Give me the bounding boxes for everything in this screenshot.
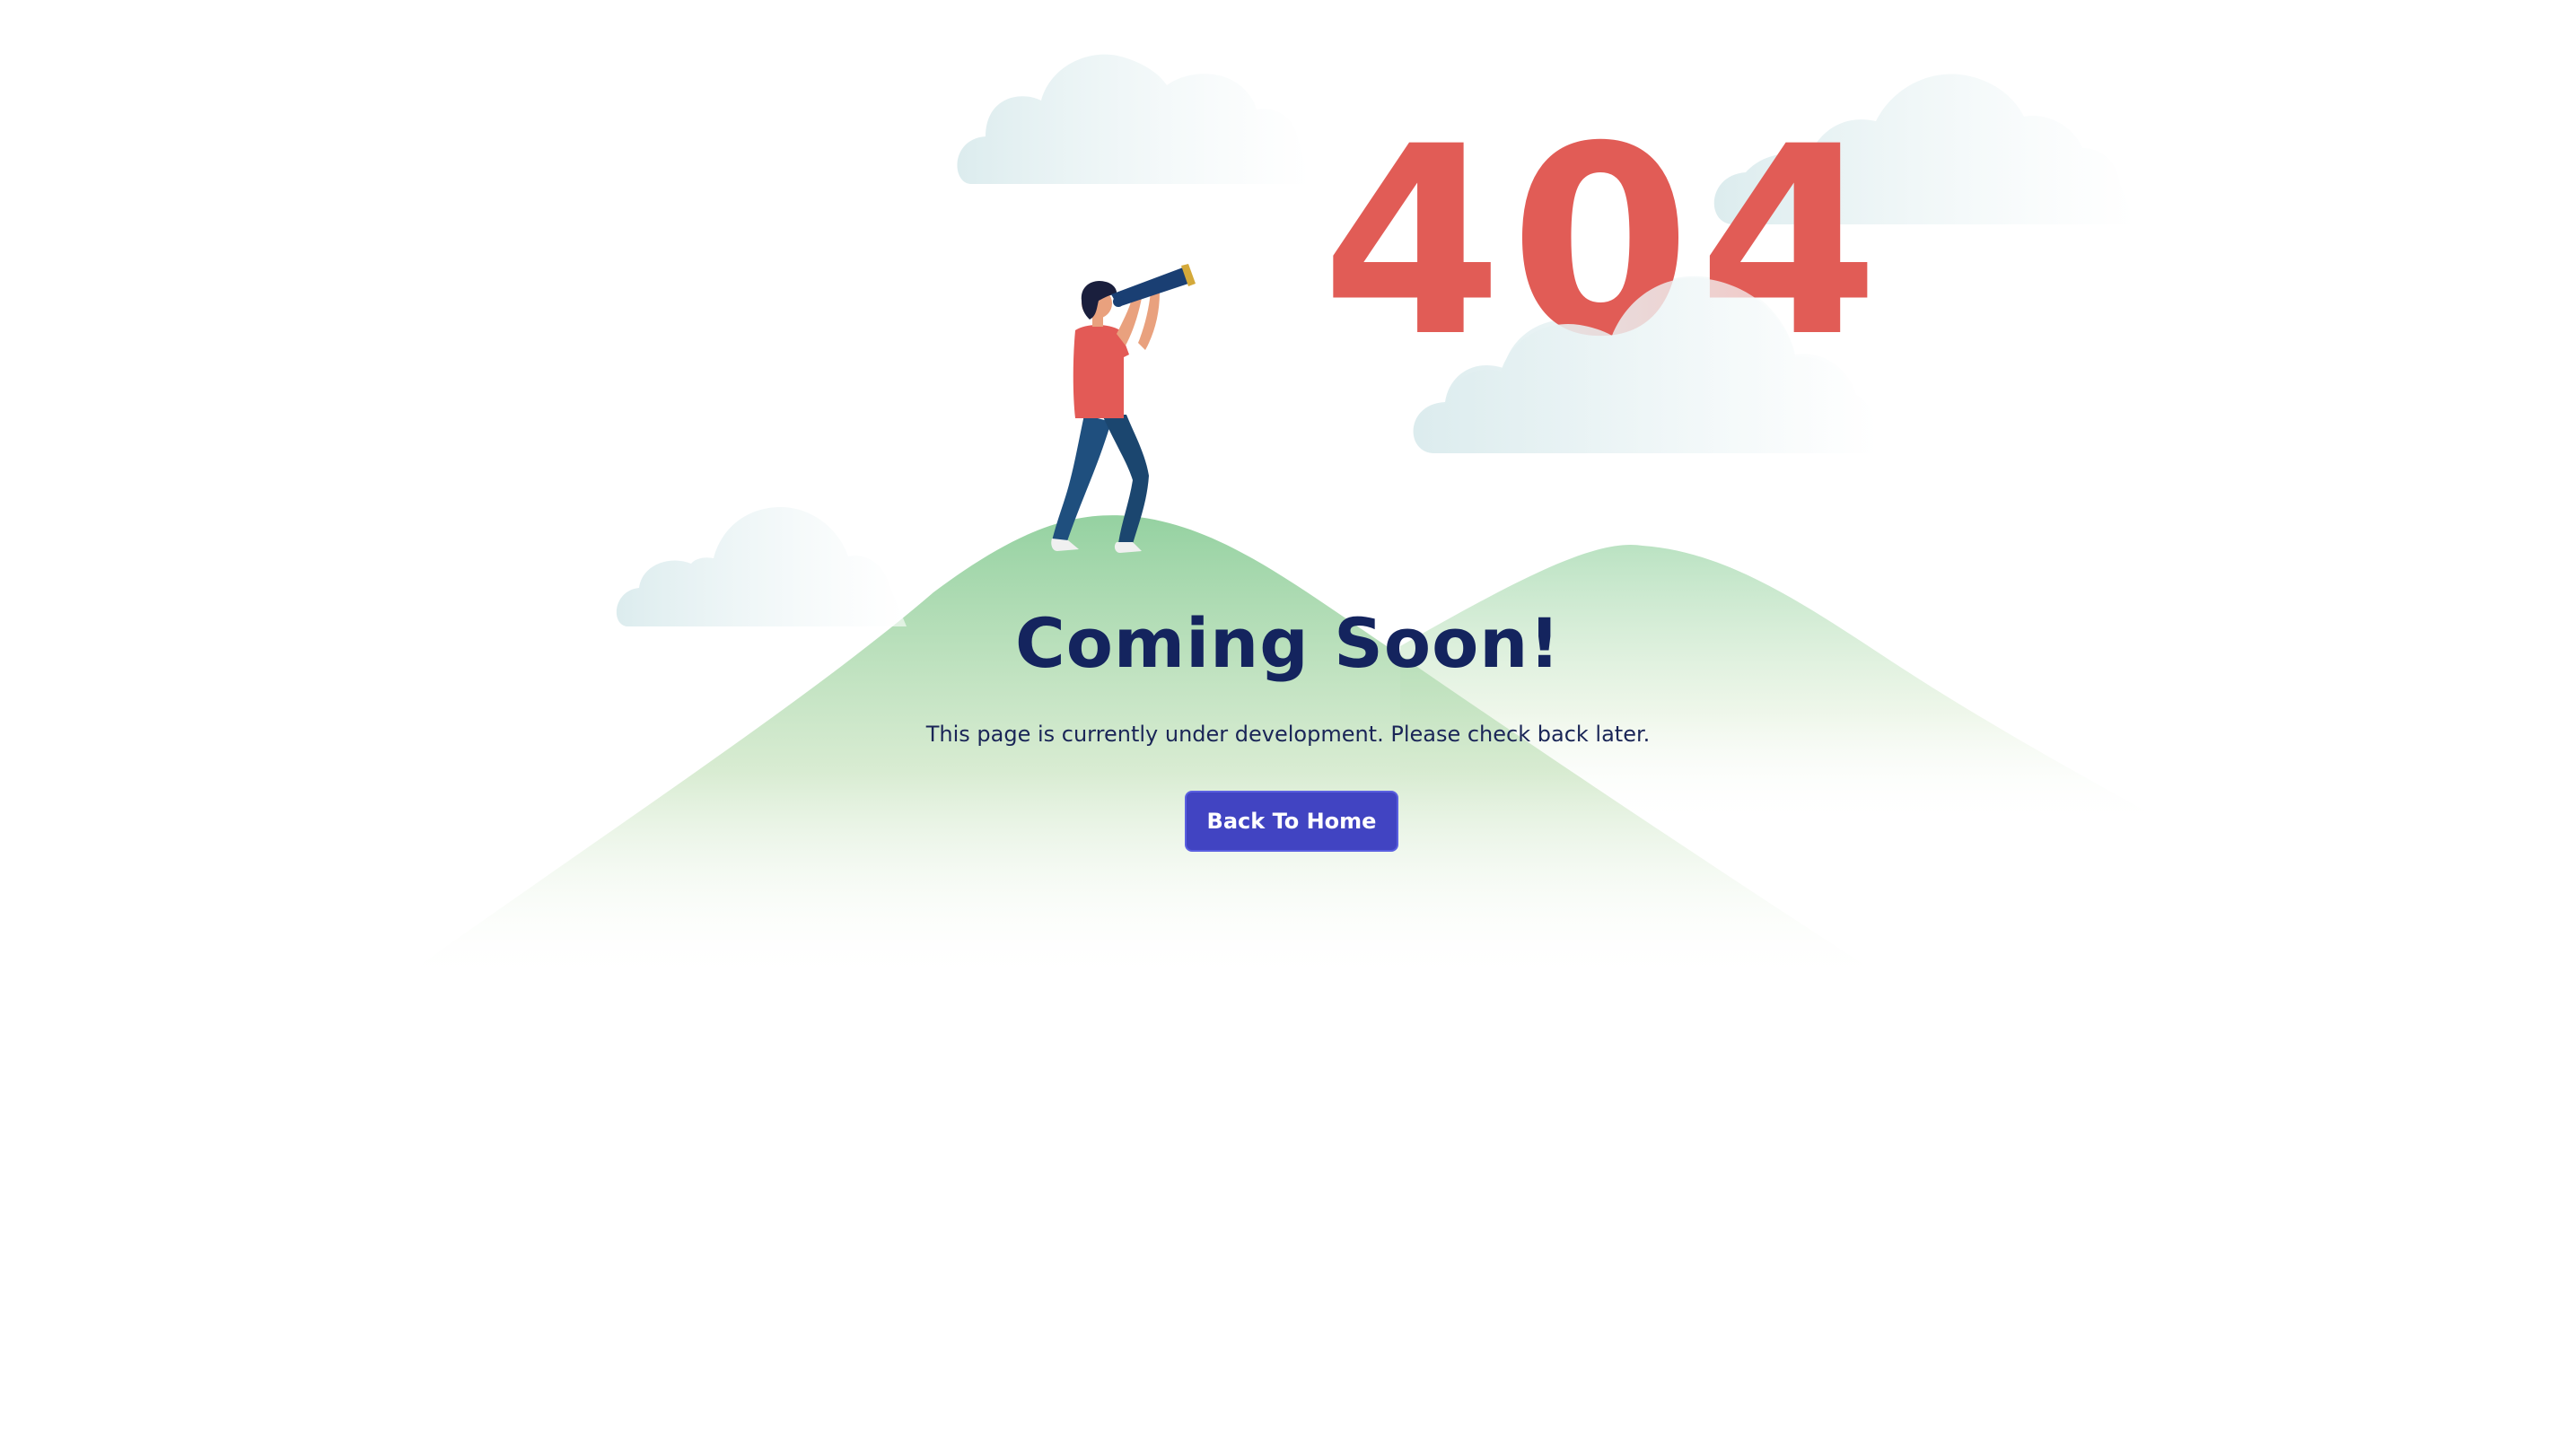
status-message: This page is currently under development…: [925, 722, 1651, 747]
page-title: Coming Soon!: [1014, 603, 1562, 683]
page-stage: 404 Coming Soon! This page is currently …: [0, 0, 2576, 1445]
person-with-telescope-icon: [1051, 264, 1196, 553]
cloud-top-left: [957, 54, 1310, 184]
back-to-home-button[interactable]: Back To Home: [1185, 791, 1398, 852]
